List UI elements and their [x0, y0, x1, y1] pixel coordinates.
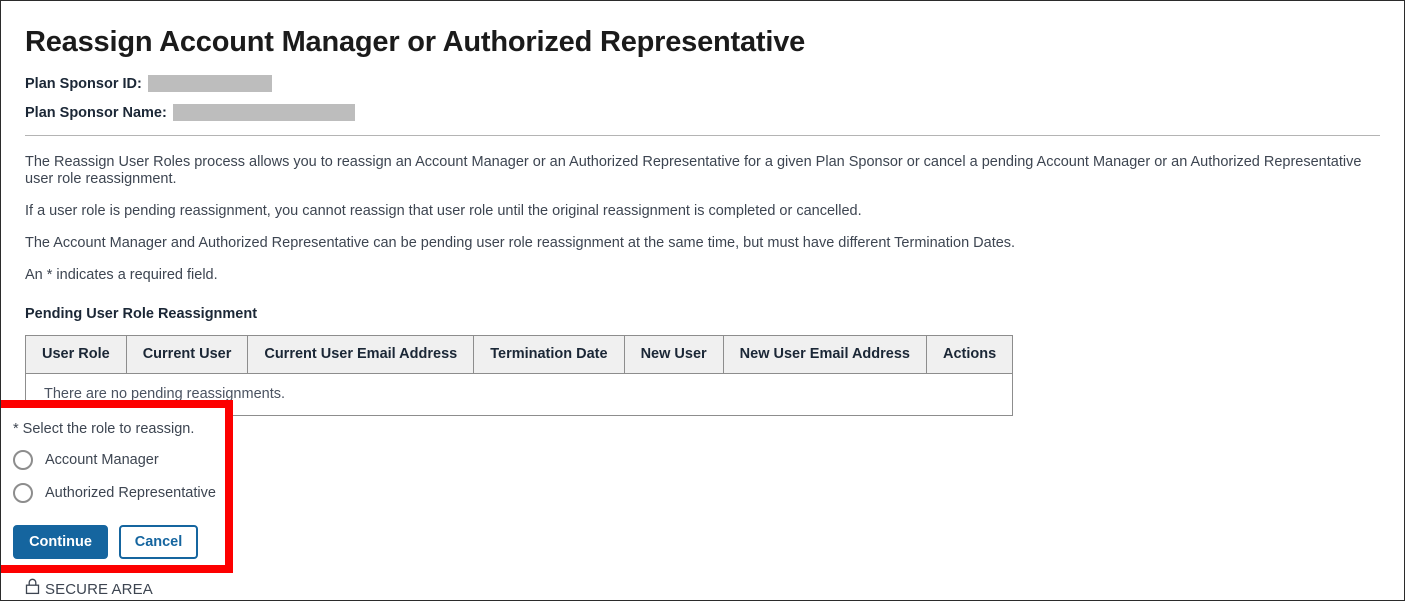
- pending-table-head: User Role Current User Current User Emai…: [25, 335, 1014, 374]
- radio-option-account-manager[interactable]: Account Manager: [13, 450, 225, 470]
- radio-button-account-manager[interactable]: [13, 450, 33, 470]
- page-content: Reassign Account Manager or Authorized R…: [1, 1, 1404, 600]
- radio-button-authorized-representative[interactable]: [13, 483, 33, 503]
- action-button-row: Continue Cancel: [13, 525, 225, 559]
- lock-icon: [25, 578, 40, 600]
- required-field-note: An * indicates a required field.: [25, 267, 218, 283]
- screenshot-frame: Reassign Account Manager or Authorized R…: [0, 0, 1405, 601]
- radio-label-account-manager: Account Manager: [45, 452, 159, 468]
- radio-label-authorized-representative: Authorized Representative: [45, 485, 216, 501]
- intro-paragraph-2: If a user role is pending reassignment, …: [25, 203, 862, 219]
- column-header-new-user-email: New User Email Address: [722, 335, 927, 374]
- role-selection-highlight: * Select the role to reassign. Account M…: [1, 400, 233, 573]
- plan-sponsor-name-label: Plan Sponsor Name:: [25, 104, 167, 121]
- table-header-row: User Role Current User Current User Emai…: [25, 335, 1014, 374]
- plan-sponsor-id-field: Plan Sponsor ID:: [25, 75, 1380, 92]
- column-header-actions: Actions: [925, 335, 1014, 374]
- column-header-termination-date: Termination Date: [473, 335, 625, 374]
- plan-sponsor-id-value-redacted: [147, 75, 272, 92]
- cancel-button[interactable]: Cancel: [119, 525, 198, 559]
- page-title: Reassign Account Manager or Authorized R…: [25, 26, 806, 58]
- radio-option-authorized-representative[interactable]: Authorized Representative: [13, 483, 225, 503]
- plan-sponsor-name-value-redacted: [172, 104, 355, 121]
- plan-sponsor-id-label: Plan Sponsor ID:: [25, 75, 142, 92]
- plan-sponsor-name-field: Plan Sponsor Name:: [25, 104, 1380, 121]
- role-selection-legend: * Select the role to reassign.: [13, 421, 195, 437]
- secure-area-indicator: SECURE AREA: [25, 578, 153, 600]
- role-selection-fieldset: * Select the role to reassign. Account M…: [1, 408, 225, 559]
- column-header-current-user: Current User: [125, 335, 249, 374]
- column-header-user-role: User Role: [25, 335, 127, 374]
- column-header-new-user: New User: [623, 335, 724, 374]
- pending-table-heading: Pending User Role Reassignment: [25, 306, 258, 322]
- continue-button[interactable]: Continue: [13, 525, 108, 559]
- secure-area-label: SECURE AREA: [45, 580, 153, 598]
- intro-paragraph-1: The Reassign User Roles process allows y…: [25, 154, 1362, 187]
- column-header-current-user-email: Current User Email Address: [247, 335, 475, 374]
- intro-paragraph-3: The Account Manager and Authorized Repre…: [25, 235, 1016, 251]
